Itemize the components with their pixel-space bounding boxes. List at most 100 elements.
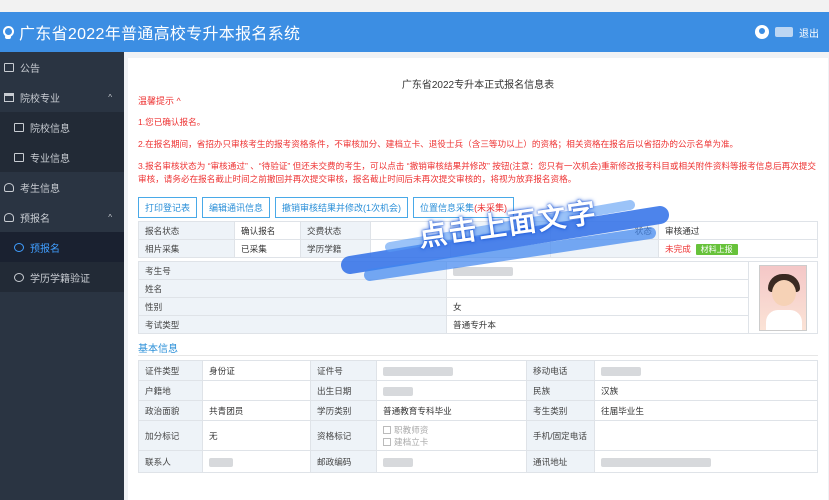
revoke-review-button[interactable]: 撤销审核结果并修改(1次机会) bbox=[275, 197, 409, 218]
table-cell: 户籍地 bbox=[138, 380, 203, 401]
chevron-up-icon: ^ bbox=[108, 213, 112, 222]
tip-1: 1.您已确认报名。 bbox=[138, 117, 206, 127]
logo-icon bbox=[3, 24, 14, 40]
table-cell: 未完成 材料上报 bbox=[658, 239, 818, 258]
photo-cell bbox=[748, 261, 818, 334]
sidebar-item-education-verification[interactable]: 学历学籍验证 bbox=[0, 262, 124, 292]
table-cell: 普通专升本 bbox=[446, 315, 749, 334]
username-blurred bbox=[775, 27, 793, 37]
table-cell: 共青团员 bbox=[202, 400, 311, 421]
table-row: 姓名 bbox=[138, 279, 818, 298]
table-cell bbox=[594, 420, 818, 451]
table-cell: 职教师资 建档立卡 bbox=[376, 420, 527, 451]
sidebar-item-schools-majors[interactable]: 院校专业 ^ bbox=[0, 82, 124, 112]
table-cell: 无 bbox=[202, 420, 311, 451]
table-cell: 往届毕业生 bbox=[594, 400, 818, 421]
mobile-blurred bbox=[601, 366, 641, 376]
document-icon bbox=[14, 122, 24, 132]
table-cell: 已采集 bbox=[234, 239, 301, 258]
candidate-photo bbox=[759, 264, 807, 331]
location-collect-note: (未采集) bbox=[474, 203, 508, 213]
personal-info-table: 考生号 姓名 性别 女 考试类型 普通专升本 bbox=[138, 261, 818, 334]
candidate-id-blurred bbox=[453, 266, 513, 276]
table-cell: 报名状态 bbox=[138, 221, 235, 240]
table-cell: 性别 bbox=[138, 297, 447, 316]
table-cell bbox=[594, 360, 818, 381]
table-cell: 考试类型 bbox=[138, 315, 447, 334]
contact-blurred bbox=[209, 457, 233, 467]
app-title: 广东省2022年普通高校专升本报名系统 bbox=[19, 26, 301, 43]
sidebar-item-candidate-info[interactable]: 考生信息 bbox=[0, 172, 124, 202]
tips-toggle[interactable]: 温馨提示 ^ bbox=[138, 94, 818, 107]
avatar-icon[interactable] bbox=[755, 25, 769, 39]
table-cell bbox=[450, 221, 551, 240]
table-cell bbox=[594, 450, 818, 473]
app-header: 广东省2022年普通高校专升本报名系统 退出 bbox=[0, 12, 829, 52]
table-cell: 相片采集 bbox=[138, 239, 235, 258]
eye-icon bbox=[14, 272, 24, 282]
document-icon bbox=[4, 62, 14, 72]
tip-2: 2.在报名期间，省招办只审核考生的报考资格条件，不审核加分、建档立卡、退役士兵（… bbox=[138, 139, 739, 149]
table-cell: 考生类别 bbox=[526, 400, 595, 421]
table-cell: 状态 bbox=[550, 221, 659, 240]
table-row: 联系人 邮政编码 通讯地址 bbox=[138, 450, 818, 473]
logout-link[interactable]: 退出 bbox=[799, 25, 819, 40]
table-cell: 学历类别 bbox=[310, 400, 377, 421]
table-row: 加分标记 无 资格标记 职教师资 建档立卡 手机/固定电话 bbox=[138, 420, 818, 451]
table-cell: 汉族 bbox=[594, 380, 818, 401]
table-cell: 交费状态 bbox=[300, 221, 371, 240]
browser-strip bbox=[0, 0, 829, 12]
address-blurred bbox=[601, 457, 711, 467]
sidebar-item-announcement[interactable]: 公告 bbox=[0, 52, 124, 82]
location-collect-button[interactable]: 位置信息采集(未采集) bbox=[413, 197, 515, 218]
table-cell: 确认报名 bbox=[234, 221, 301, 240]
basic-info-heading: 基本信息 bbox=[138, 340, 818, 356]
table-cell: 联系人 bbox=[138, 450, 203, 473]
option-label: 建档立卡 bbox=[394, 436, 429, 447]
table-cell: 学历学籍 bbox=[300, 239, 371, 258]
table-cell: 邮政编码 bbox=[310, 450, 377, 473]
sidebar-item-major-info[interactable]: 专业信息 bbox=[0, 142, 124, 172]
table-cell bbox=[450, 239, 551, 258]
table-cell bbox=[550, 239, 659, 258]
table-cell: 普通教育专科毕业 bbox=[376, 400, 527, 421]
table-cell: 出生日期 bbox=[310, 380, 377, 401]
print-form-button[interactable]: 打印登记表 bbox=[138, 197, 198, 218]
location-collect-label: 位置信息采集 bbox=[420, 203, 475, 213]
document-icon bbox=[14, 152, 24, 162]
upload-materials-button[interactable]: 材料上报 bbox=[695, 243, 738, 255]
postcode-blurred bbox=[383, 457, 413, 467]
user-icon bbox=[4, 212, 14, 222]
birthdate-blurred bbox=[383, 386, 413, 396]
edit-contact-button[interactable]: 编辑通讯信息 bbox=[202, 197, 271, 218]
table-cell bbox=[370, 239, 451, 258]
table-cell bbox=[202, 380, 311, 401]
id-number-blurred bbox=[383, 366, 453, 376]
table-cell bbox=[376, 360, 527, 381]
checkbox bbox=[383, 438, 391, 447]
table-row: 相片采集 已采集 学历学籍 未完成 材料上报 bbox=[138, 239, 818, 258]
table-row: 报名状态 确认报名 交费状态 状态 审核通过 bbox=[138, 221, 818, 240]
sidebar-item-pre-registration[interactable]: 预报名 ^ bbox=[0, 202, 124, 232]
main-content: 广东省2022专升本正式报名信息表 温馨提示 ^ 1.您已确认报名。 2.在报名… bbox=[124, 52, 829, 500]
table-cell: 手机/固定电话 bbox=[526, 420, 595, 451]
sidebar-item-school-info[interactable]: 院校信息 bbox=[0, 112, 124, 142]
form-title: 广东省2022专升本正式报名信息表 bbox=[401, 80, 555, 91]
sidebar-item-pre-registration-sub[interactable]: 预报名 bbox=[0, 232, 124, 262]
table-cell: 身份证 bbox=[202, 360, 311, 381]
chevron-up-icon: ^ bbox=[108, 93, 112, 102]
tip-3: 3.报名审核状态为 “审核通过” 、“待验证” 但还未交费的考生，可以点击 “撤… bbox=[138, 161, 816, 184]
table-cell: 女 bbox=[446, 297, 749, 316]
table-cell bbox=[202, 450, 311, 473]
table-row: 考生号 bbox=[138, 261, 818, 334]
table-cell: 通讯地址 bbox=[526, 450, 595, 473]
table-cell bbox=[376, 380, 527, 401]
table-row: 证件类型 身份证 证件号 移动电话 bbox=[138, 360, 818, 381]
status-table: 报名状态 确认报名 交费状态 状态 审核通过 相片采集 已采集 学历学籍 未完成… bbox=[138, 221, 818, 258]
table-cell: 证件类型 bbox=[138, 360, 203, 381]
basic-info-table: 证件类型 身份证 证件号 移动电话 户籍地 出生日期 民族 汉族 政治面貌 共青… bbox=[138, 360, 818, 473]
table-cell: 民族 bbox=[526, 380, 595, 401]
table-row: 户籍地 出生日期 民族 汉族 bbox=[138, 380, 818, 401]
table-cell: 证件号 bbox=[310, 360, 377, 381]
user-icon bbox=[4, 182, 14, 192]
